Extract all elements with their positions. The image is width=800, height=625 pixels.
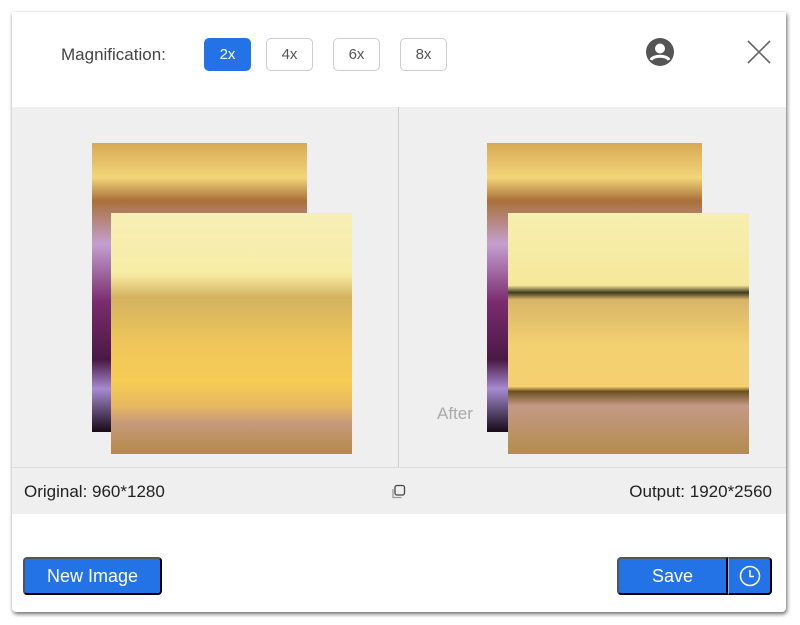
copy-icon[interactable] xyxy=(390,484,406,500)
magnification-4x-button[interactable]: 4x xyxy=(266,38,313,71)
preview-divider xyxy=(398,107,399,467)
original-zoom-view[interactable] xyxy=(111,213,352,454)
output-size: Output: 1920*2560 xyxy=(629,482,772,501)
save-button[interactable]: Save xyxy=(617,557,728,595)
output-zoom-view[interactable] xyxy=(508,213,749,454)
new-image-button[interactable]: New Image xyxy=(23,557,162,595)
image-upscaler-dialog: Magnification: 2x 4x 6x 8x After Origina… xyxy=(12,12,786,612)
magnification-2x-button[interactable]: 2x xyxy=(204,38,251,71)
original-size: Original: 960*1280 xyxy=(24,482,165,501)
clock-icon xyxy=(739,565,760,587)
magnification-8x-button[interactable]: 8x xyxy=(400,38,447,71)
close-icon[interactable] xyxy=(747,40,771,64)
user-circle-icon[interactable] xyxy=(646,38,674,66)
magnification-label: Magnification: xyxy=(61,45,166,64)
preview-area: After xyxy=(12,107,786,467)
magnification-6x-button[interactable]: 6x xyxy=(333,38,380,71)
status-bar: Original: 960*1280 Output: 1920*2560 xyxy=(12,467,786,514)
after-label: After xyxy=(437,404,473,423)
history-button[interactable] xyxy=(728,557,772,595)
